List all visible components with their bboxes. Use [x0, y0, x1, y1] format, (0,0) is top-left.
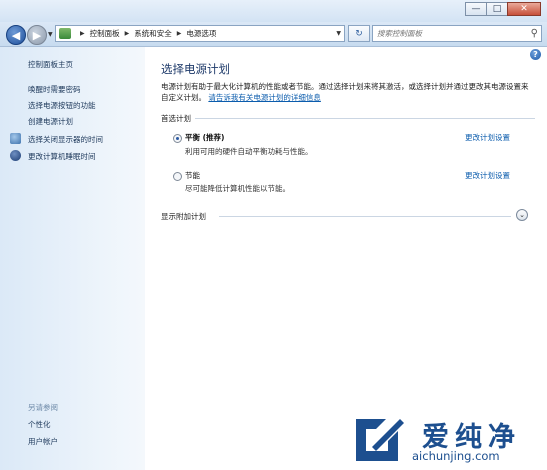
sidebar-item-display-off[interactable]: 选择关闭显示器的时间 [28, 134, 103, 145]
plan-balanced-name[interactable]: 平衡 (推荐) [185, 132, 224, 143]
sidebar-item-user-accounts[interactable]: 用户帐户 [28, 436, 58, 447]
breadcrumb-system-security[interactable]: 系统和安全 [134, 28, 172, 39]
section-divider [195, 118, 535, 119]
control-panel-icon [59, 28, 71, 39]
arrow-left-icon: ◀ [11, 28, 21, 42]
watermark-url: aichunjing.com [412, 449, 500, 463]
additional-plans-heading[interactable]: 显示附加计划 [161, 211, 206, 222]
breadcrumb-separator-icon[interactable]: ▶ [125, 30, 130, 37]
arrow-right-icon: ▶ [32, 28, 42, 42]
power-plan-info-link[interactable]: 请告诉我有关电源计划的详细信息 [208, 93, 321, 102]
sidebar: 控制面板主页 唤醒时需要密码 选择电源按钮的功能 创建电源计划 选择关闭显示器的… [0, 47, 145, 470]
see-also-heading: 另请参阅 [28, 403, 58, 412]
close-button[interactable]: ✕ [507, 2, 541, 16]
search-box[interactable]: ⚲ [372, 25, 542, 42]
refresh-icon: ↻ [355, 28, 363, 39]
plan-power-saver-radio[interactable] [173, 172, 182, 181]
sidebar-item-control-panel-home[interactable]: 控制面板主页 [28, 59, 73, 70]
address-bar[interactable]: ▶ 控制面板 ▶ 系统和安全 ▶ 电源选项 ▼ [55, 25, 345, 42]
monitor-icon [10, 133, 21, 144]
back-button[interactable]: ◀ [6, 25, 26, 45]
help-icon[interactable]: ? [530, 49, 541, 60]
preferred-plans-heading: 首选计划 [161, 114, 191, 123]
sleep-moon-icon [10, 150, 21, 161]
window-controls: — □ ✕ [465, 2, 541, 16]
address-dropdown-icon[interactable]: ▼ [336, 30, 341, 37]
page-title: 选择电源计划 [161, 62, 230, 76]
plan-balanced-radio[interactable] [173, 134, 182, 143]
breadcrumb-separator-icon[interactable]: ▶ [177, 30, 182, 37]
plan-power-saver-description: 尽可能降低计算机性能以节能。 [185, 184, 290, 193]
plan-balanced-change-link[interactable]: 更改计划设置 [465, 132, 510, 143]
plan-balanced-description: 利用可用的硬件自动平衡功耗与性能。 [185, 147, 313, 156]
navigation-bar: ◀ ▶ ▼ ▶ 控制面板 ▶ 系统和安全 ▶ 电源选项 ▼ ↻ ⚲ [0, 22, 547, 47]
sidebar-item-sleep-time[interactable]: 更改计算机睡眠时间 [28, 151, 96, 162]
refresh-button[interactable]: ↻ [348, 25, 370, 42]
breadcrumb-control-panel[interactable]: 控制面板 [90, 28, 120, 39]
minimize-button[interactable]: — [465, 2, 487, 16]
sidebar-item-create-plan[interactable]: 创建电源计划 [28, 116, 73, 127]
aichunjing-logo-icon [356, 419, 404, 461]
plan-power-saver-change-link[interactable]: 更改计划设置 [465, 170, 510, 181]
expand-additional-plans-button[interactable]: ⌄ [516, 209, 528, 221]
watermark: 爱纯净 aichunjing.com [352, 413, 542, 465]
breadcrumb-power-options[interactable]: 电源选项 [186, 28, 216, 39]
sidebar-item-require-password[interactable]: 唤醒时需要密码 [28, 84, 81, 95]
main-content: ? 选择电源计划 电源计划有助于最大化计算机的性能或者节能。通过选择计划来将其激… [145, 47, 547, 470]
plan-power-saver-name[interactable]: 节能 [185, 170, 200, 181]
page-description: 电源计划有助于最大化计算机的性能或者节能。通过选择计划来将其激活，或选择计划并通… [161, 81, 531, 103]
search-icon[interactable]: ⚲ [531, 28, 538, 39]
section-divider [219, 216, 511, 217]
title-bar: — □ ✕ [0, 0, 547, 22]
breadcrumb-separator-icon[interactable]: ▶ [80, 30, 85, 37]
forward-button[interactable]: ▶ [27, 25, 47, 45]
control-panel-window: — □ ✕ ◀ ▶ ▼ ▶ 控制面板 ▶ 系统和安全 ▶ 电源选项 ▼ ↻ ⚲ [0, 0, 547, 470]
search-input[interactable] [373, 28, 519, 39]
sidebar-item-power-button[interactable]: 选择电源按钮的功能 [28, 100, 96, 111]
maximize-button[interactable]: □ [486, 2, 508, 16]
chevron-down-icon: ⌄ [519, 211, 525, 219]
recent-pages-dropdown-icon[interactable]: ▼ [48, 31, 53, 38]
sidebar-item-personalization[interactable]: 个性化 [28, 419, 51, 430]
